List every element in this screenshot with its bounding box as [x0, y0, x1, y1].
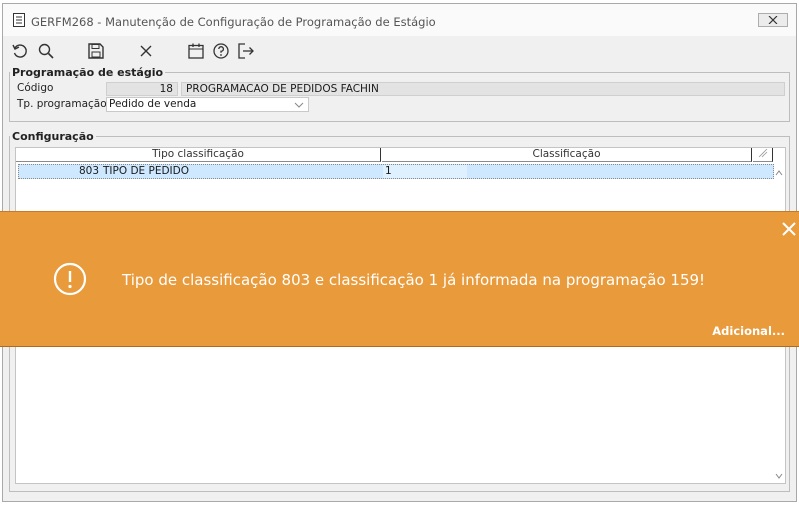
row-tipo: TIPO DE PEDIDO: [103, 165, 189, 177]
tipo-programacao-select[interactable]: Pedido de venda: [106, 97, 309, 112]
title-bar: GERFM268 - Manutenção de Configuração de…: [3, 4, 796, 36]
tipo-programacao-value: Pedido de venda: [109, 98, 197, 110]
scroll-down-icon[interactable]: [775, 473, 783, 479]
column-chooser-icon: [758, 148, 767, 158]
scroll-up-icon[interactable]: [775, 170, 783, 176]
table-row[interactable]: 803 TIPO DE PEDIDO 1: [18, 164, 774, 179]
codigo-field[interactable]: 18: [106, 82, 178, 96]
row-codigo: 803: [78, 165, 99, 177]
toolbar: [3, 36, 796, 64]
window-close-button[interactable]: [758, 13, 788, 27]
configuracao-legend: Configuração: [12, 130, 94, 143]
close-x-icon: [768, 16, 778, 24]
descricao-field[interactable]: PROGRAMACAO DE PEDIDOS FACHIN: [181, 82, 785, 96]
error-notification: Tipo de classificação 803 e classificaçã…: [0, 211, 799, 347]
document-icon: [13, 13, 25, 27]
additional-info-link[interactable]: Adicional...: [712, 324, 785, 338]
error-message: Tipo de classificação 803 e classificaçã…: [122, 271, 706, 289]
column-header-classificacao[interactable]: Classificação: [382, 148, 752, 162]
search-icon[interactable]: [37, 42, 55, 60]
alert-circle-icon: [53, 262, 87, 296]
chevron-down-icon: [294, 102, 304, 108]
codigo-label: Código: [17, 82, 54, 94]
help-icon[interactable]: [212, 42, 230, 60]
column-header-tipo[interactable]: Tipo classificação: [16, 148, 381, 162]
exit-icon[interactable]: [237, 42, 255, 60]
close-icon[interactable]: [137, 42, 155, 60]
undo-icon[interactable]: [11, 42, 29, 60]
row-classificacao[interactable]: 1: [383, 165, 467, 178]
close-notification-icon[interactable]: [782, 222, 796, 236]
column-chooser-button[interactable]: [753, 148, 773, 162]
calendar-icon[interactable]: [187, 42, 205, 60]
tipo-programacao-label: Tp. programação: [17, 98, 107, 110]
save-icon[interactable]: [87, 42, 105, 60]
programacao-legend: Programação de estágio: [12, 66, 164, 79]
window-title: GERFM268 - Manutenção de Configuração de…: [31, 15, 436, 29]
